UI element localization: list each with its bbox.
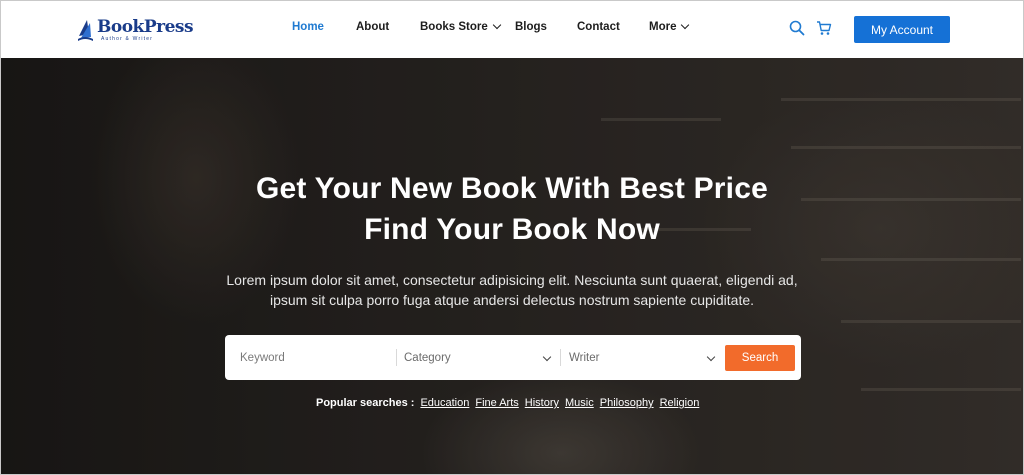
keyword-field[interactable] [240,343,390,372]
nav-item-about[interactable]: About [356,21,389,33]
writer-select[interactable]: Writer [569,343,719,372]
brand-logo[interactable]: BookPress Author & Writer [77,14,194,44]
writer-select-value: Writer [569,351,600,364]
popular-searches: Popular searches : Education Fine Arts H… [316,396,705,410]
popular-link-history[interactable]: History [525,397,559,409]
category-select[interactable]: Category [404,343,554,372]
chevron-down-icon [706,352,716,362]
popular-link-education[interactable]: Education [420,397,469,409]
nav-item-label: Contact [577,21,620,33]
search-button[interactable]: Search [725,345,795,371]
hero-description: Lorem ipsum dolor sit amet, consectetur … [226,272,798,308]
brand-name: BookPress [97,17,194,37]
field-divider [396,349,397,366]
nav-item-blogs[interactable]: Blogs [515,21,547,33]
nav-item-more[interactable]: More [649,20,690,33]
popular-searches-label: Popular searches : [316,397,415,409]
nav-item-label: Books Store [420,21,488,33]
nav-item-label: Home [292,21,324,33]
nav-item-contact[interactable]: Contact [577,21,620,33]
cart-icon[interactable] [816,20,832,36]
category-select-value: Category [404,351,451,364]
nav-item-label: Blogs [515,21,547,33]
popular-link-philosophy[interactable]: Philosophy [600,397,654,409]
popular-link-fine-arts[interactable]: Fine Arts [475,397,518,409]
brand-tagline: Author & Writer [101,36,154,42]
book-search-form: Category Writer Search [225,335,801,380]
chevron-down-icon [542,352,552,362]
popular-link-religion[interactable]: Religion [660,397,700,409]
hero-title-line2: Find Your Book Now [364,213,660,246]
search-icon[interactable] [789,20,805,36]
field-divider [560,349,561,366]
nav-item-label: More [649,21,677,33]
nav-item-home[interactable]: Home [292,21,324,33]
chevron-down-icon [681,20,690,30]
hero-overlay [1,58,1023,474]
nav-item-label: About [356,21,390,33]
popular-link-music[interactable]: Music [565,397,594,409]
hero-title-line1: Get Your New Book With Best Price [256,172,768,205]
site-header: BookPress Author & Writer Home About Boo… [1,1,1023,58]
my-account-button[interactable]: My Account [854,16,950,43]
chevron-down-icon [492,20,501,30]
nav-item-books-store[interactable]: Books Store [420,20,501,33]
page-frame: BookPress Author & Writer Home About Boo… [1,1,1023,474]
hero-section: Get Your New Book With Best Price Find Y… [1,58,1023,474]
keyword-input[interactable] [240,351,390,364]
